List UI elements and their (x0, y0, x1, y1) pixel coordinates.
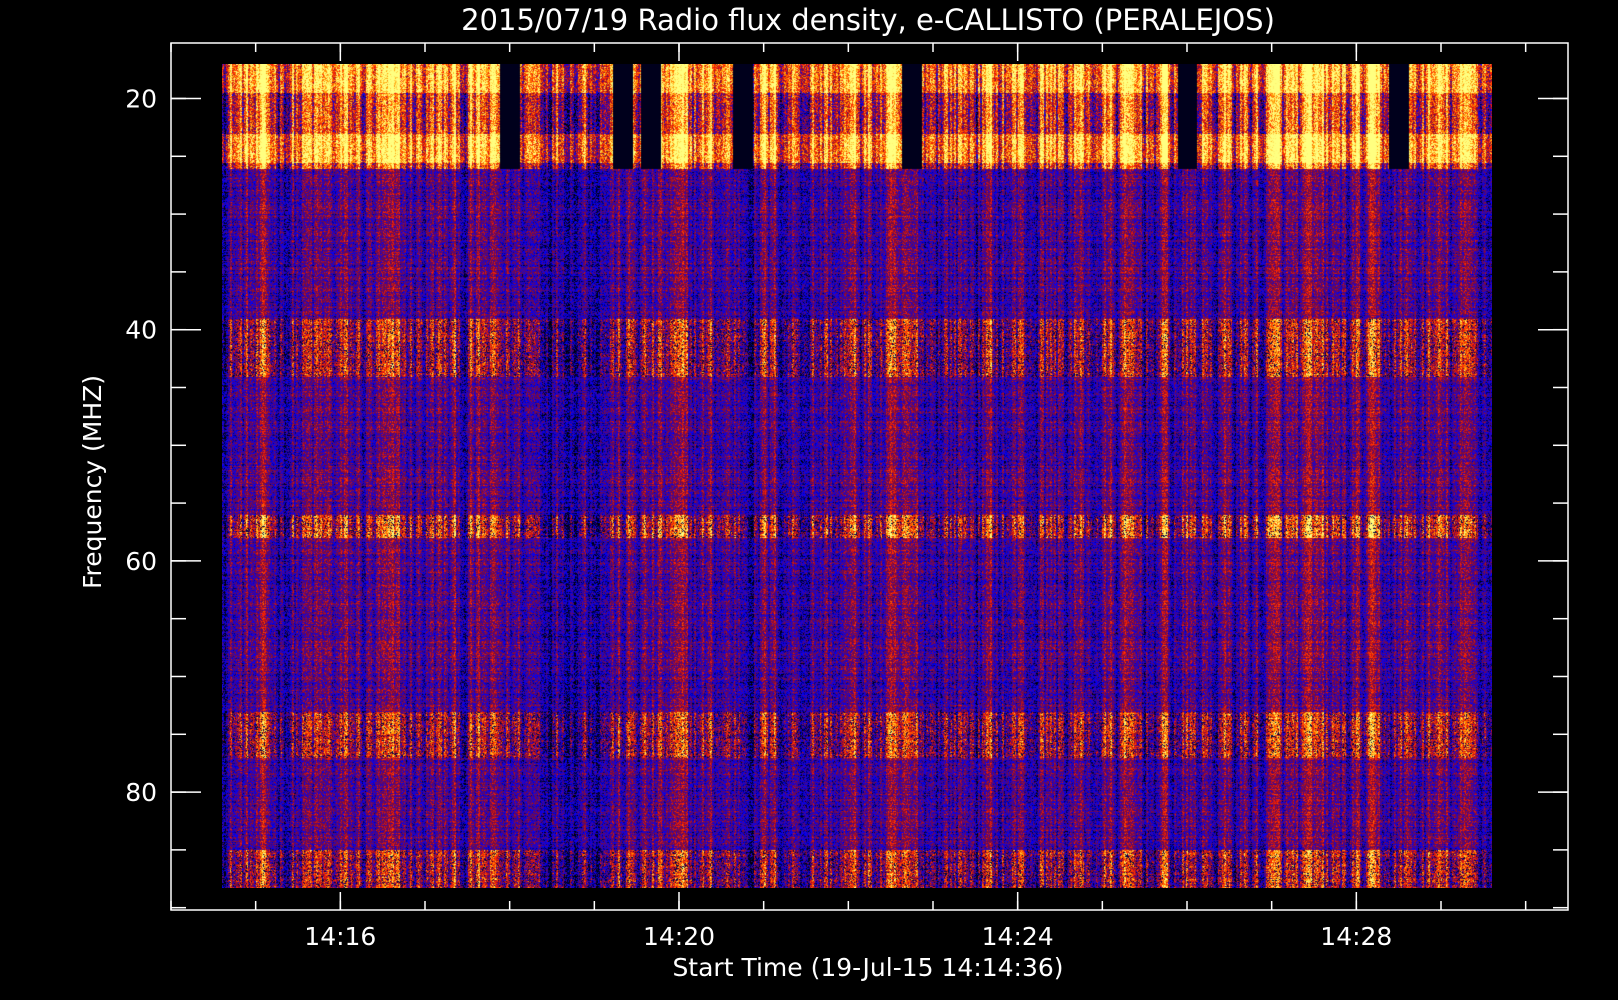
x-tick-label: 14:28 (1320, 922, 1392, 951)
x-tick-label: 14:20 (643, 922, 715, 951)
y-tick-label: 40 (125, 316, 157, 345)
y-tick-label: 20 (125, 84, 157, 113)
y-axis-label: Frequency (MHZ) (78, 375, 107, 589)
x-axis-label: Start Time (19-Jul-15 14:14:36) (672, 953, 1063, 982)
chart-title: 2015/07/19 Radio flux density, e-CALLIST… (461, 3, 1275, 37)
y-tick-label: 80 (125, 778, 157, 807)
heatmap-image (222, 64, 1492, 888)
spectrogram-chart: 2015/07/19 Radio flux density, e-CALLIST… (0, 0, 1618, 1000)
spectrogram-heatmap (222, 64, 1492, 888)
y-tick-label: 60 (125, 547, 157, 576)
x-tick-label: 14:16 (304, 922, 376, 951)
x-tick-label: 14:24 (982, 922, 1054, 951)
